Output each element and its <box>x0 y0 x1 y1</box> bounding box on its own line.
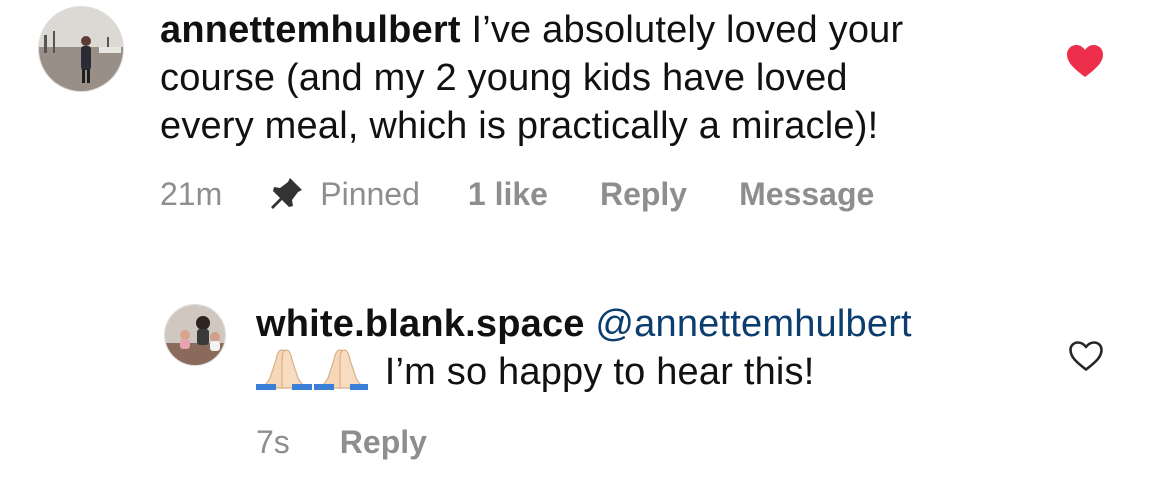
reply-username[interactable]: white.blank.space <box>256 303 585 345</box>
comment-line-1: annettemhulbert I’ve absolutely loved yo… <box>160 6 1040 54</box>
comment-time: 21m <box>160 175 223 212</box>
avatar-photo-family <box>165 305 225 365</box>
avatar[interactable] <box>38 6 124 92</box>
reply-meta: 7s Reply <box>256 420 427 464</box>
reply-button[interactable]: Reply <box>600 176 687 213</box>
comment-text-line2: course (and my 2 young kids have loved <box>160 57 848 99</box>
comment-annettemhulbert: annettemhulbert I’ve absolutely loved yo… <box>0 0 1170 240</box>
reply-message: I’m so happy to hear this! <box>374 351 815 393</box>
avatar[interactable] <box>164 304 226 366</box>
heart-outline-icon <box>1069 341 1103 371</box>
like-button[interactable] <box>1068 340 1104 372</box>
reply-text: white.blank.space @annettemhulbert I’m s… <box>256 300 1036 402</box>
pinned-label: Pinned <box>320 175 420 212</box>
comment-username[interactable]: annettemhulbert <box>160 9 461 51</box>
comment-text-line1: I’ve absolutely loved your <box>460 9 904 51</box>
like-button[interactable] <box>1066 44 1104 78</box>
reply-line-2: I’m so happy to hear this! <box>256 348 1036 402</box>
message-button[interactable]: Message <box>739 176 874 213</box>
reply-time: 7s <box>256 423 290 460</box>
heart-filled-icon <box>1067 45 1103 77</box>
reply-button[interactable]: Reply <box>340 424 427 461</box>
comment-text-line3: every meal, which is practically a mirac… <box>160 105 879 147</box>
avatar-photo-harbor <box>39 7 123 91</box>
reply-line-1: white.blank.space @annettemhulbert <box>256 300 1036 348</box>
folded-hands-emoji <box>256 348 368 402</box>
comment-meta: 21m Pinned 1 like Reply Message <box>160 172 874 216</box>
likes-count[interactable]: 1 like <box>468 176 548 213</box>
reply-white-blank-space: white.blank.space @annettemhulbert I’m s… <box>0 280 1170 478</box>
reply-mention[interactable]: @annettemhulbert <box>595 303 911 345</box>
comment-text: annettemhulbert I’ve absolutely loved yo… <box>160 6 1040 150</box>
pin-icon <box>268 176 304 212</box>
